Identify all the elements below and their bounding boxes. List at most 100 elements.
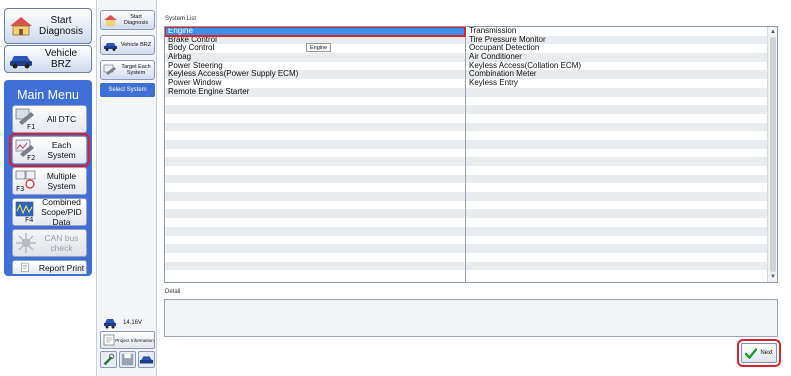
system-list-item[interactable]: Keyless Access(Collation ECM) bbox=[466, 62, 767, 71]
empty-row bbox=[466, 114, 767, 123]
empty-row bbox=[165, 114, 465, 123]
empty-row bbox=[165, 183, 465, 192]
nav-target[interactable]: Target Each System bbox=[100, 60, 155, 80]
system-list-item[interactable]: Occupant Detection bbox=[466, 44, 767, 53]
nav-start-diagnosis[interactable]: Start Diagnosis bbox=[100, 10, 155, 30]
svg-text:F3: F3 bbox=[16, 185, 24, 192]
tooltip: Engine bbox=[306, 43, 332, 52]
empty-row bbox=[165, 226, 465, 236]
dtc-f1-icon: F1 bbox=[15, 108, 35, 130]
next-button[interactable]: Next bbox=[737, 339, 781, 367]
empty-row bbox=[466, 209, 767, 219]
can-bus-check-label: CAN bus check bbox=[44, 233, 79, 253]
home-icon bbox=[104, 14, 117, 26]
scroll-up-icon[interactable]: ▲ bbox=[769, 28, 777, 36]
svg-text:F4: F4 bbox=[25, 216, 34, 223]
multiple-system-f3-icon: F3 bbox=[15, 170, 36, 192]
combined-scope-pid-button[interactable]: F4 Combined Scope/PID Data bbox=[12, 197, 87, 227]
system-list-item-selected[interactable]: Engine bbox=[165, 27, 466, 37]
empty-row bbox=[466, 97, 767, 106]
scroll-thumb[interactable] bbox=[770, 37, 776, 272]
can-bus-check-button[interactable]: CAN bus check bbox=[12, 229, 87, 257]
system-list-item[interactable]: Power Steering bbox=[165, 62, 465, 71]
next-label: Next bbox=[760, 350, 773, 356]
system-list-item[interactable]: Remote Engine Starter bbox=[165, 87, 465, 97]
bottom-toolbar bbox=[100, 351, 155, 369]
empty-row bbox=[165, 253, 465, 262]
empty-row bbox=[466, 174, 767, 184]
system-list-right-column: Transmission Tire Pressure Monitor Occupan… bbox=[466, 27, 767, 282]
empty-row bbox=[466, 270, 767, 279]
multiple-system-button[interactable]: F3 Multiple System bbox=[12, 167, 87, 195]
empty-row bbox=[466, 105, 767, 114]
empty-row bbox=[466, 192, 767, 201]
system-list-item[interactable]: Keyless Entry bbox=[466, 79, 767, 88]
each-system-button[interactable]: F2 Each System bbox=[9, 133, 90, 167]
system-list-item[interactable]: Air Conditioner bbox=[466, 53, 767, 62]
combined-scope-pid-label: Combined Scope/PID Data bbox=[41, 197, 82, 227]
start-diagnosis-label: Start Diagnosis bbox=[39, 15, 83, 37]
system-list-item[interactable]: Tire Pressure Monitor bbox=[466, 35, 767, 45]
all-dtc-button[interactable]: F1 All DTC bbox=[12, 105, 87, 133]
vehicle-battery-icon bbox=[104, 319, 116, 329]
car-icon bbox=[10, 56, 32, 69]
tools-icon[interactable] bbox=[100, 351, 117, 368]
home-icon bbox=[10, 17, 32, 36]
vehicle-button[interactable]: Vehicle BRZ bbox=[4, 45, 92, 73]
start-diagnosis-button[interactable]: Start Diagnosis bbox=[4, 8, 92, 44]
empty-row bbox=[165, 97, 465, 106]
each-system-f2-icon: F2 bbox=[15, 139, 35, 161]
empty-row bbox=[165, 157, 465, 166]
empty-row bbox=[466, 244, 767, 253]
vehicle-label: Vehicle BRZ bbox=[44, 48, 78, 70]
report-print-label: Report Print bbox=[38, 262, 85, 273]
report-f6-icon bbox=[21, 262, 29, 272]
empty-row bbox=[165, 201, 465, 210]
save-icon[interactable] bbox=[119, 351, 136, 368]
empty-row bbox=[165, 192, 465, 201]
vertical-scrollbar[interactable]: ▲ ▼ bbox=[767, 27, 777, 282]
empty-row bbox=[466, 87, 767, 97]
scope-f4-icon: F4 bbox=[15, 201, 34, 223]
empty-row bbox=[165, 261, 465, 271]
empty-row bbox=[165, 174, 465, 184]
system-list-label: System List bbox=[165, 16, 197, 22]
nav-vehicle-label: Vehicle BRZ bbox=[120, 42, 152, 48]
empty-row bbox=[165, 105, 465, 114]
can-bus-icon bbox=[16, 233, 36, 253]
vehicle-connect-icon[interactable] bbox=[138, 351, 155, 368]
nav-vehicle[interactable]: Vehicle BRZ bbox=[100, 35, 155, 55]
empty-row bbox=[165, 139, 465, 149]
project-info-icon bbox=[103, 334, 115, 346]
navigation-column: Start Diagnosis Vehicle BRZ Target Each … bbox=[96, 0, 157, 376]
system-list-item[interactable]: Transmission bbox=[466, 27, 767, 36]
each-system-label: Each System bbox=[47, 140, 76, 160]
empty-row bbox=[165, 244, 465, 253]
empty-row bbox=[466, 201, 767, 210]
empty-row bbox=[165, 236, 465, 245]
voltage-value: 14.16V bbox=[123, 320, 143, 326]
car-icon bbox=[104, 42, 117, 51]
target-system-icon bbox=[103, 64, 116, 75]
system-list-table: Engine Brake Control Body Control Airbag Pow… bbox=[164, 26, 778, 283]
system-list-item[interactable]: Keyless Access(Power Supply ECM) bbox=[165, 70, 465, 80]
empty-row bbox=[466, 253, 767, 262]
project-information-button[interactable]: Project Information bbox=[100, 331, 155, 349]
system-list-item[interactable]: Power Window bbox=[165, 79, 465, 88]
empty-row bbox=[466, 157, 767, 166]
multiple-system-label: Multiple System bbox=[46, 171, 77, 191]
checkmark-icon bbox=[745, 347, 758, 359]
main-area: System List Engine Brake Control Body Cont… bbox=[158, 0, 791, 376]
scroll-down-icon[interactable]: ▼ bbox=[769, 273, 777, 281]
empty-row bbox=[165, 218, 465, 227]
empty-row bbox=[466, 218, 767, 227]
system-list-item[interactable]: Airbag bbox=[165, 53, 465, 62]
report-print-button[interactable]: Report Print bbox=[12, 260, 87, 274]
empty-row bbox=[165, 131, 465, 140]
empty-row bbox=[165, 270, 465, 279]
empty-row bbox=[466, 131, 767, 140]
nav-target-label: Target Each System bbox=[121, 64, 151, 76]
system-list-item[interactable]: Combination Meter bbox=[466, 70, 767, 80]
battery-voltage: 14.16V bbox=[103, 316, 155, 330]
empty-row bbox=[466, 226, 767, 236]
